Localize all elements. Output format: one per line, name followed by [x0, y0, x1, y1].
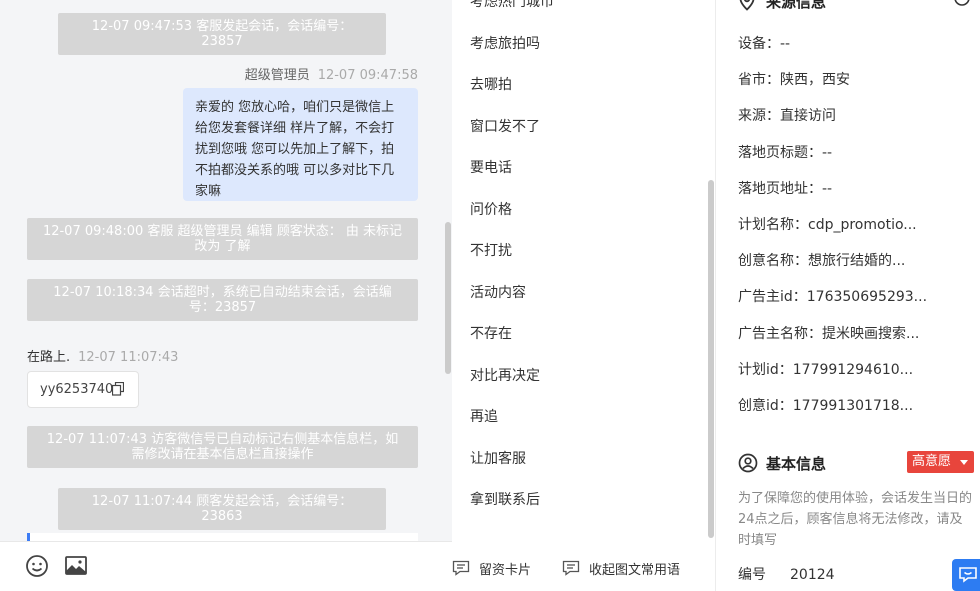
system-message: 12-07 09:47:53 客服发起会话，会话编号：23857 — [58, 13, 386, 55]
collapse-phrases-label: 收起图文常用语 — [589, 563, 681, 578]
chat-float-button[interactable] — [952, 559, 980, 591]
system-message: 12-07 09:48:00 客服 超级管理员 编辑 顾客状态： 由 未标记 改… — [27, 218, 418, 260]
chat-message-list[interactable]: 12-07 09:47:53 客服发起会话，会话编号：23857 超级管理员 12… — [0, 0, 452, 541]
chat-panel: 12-07 09:47:53 客服发起会话，会话编号：23857 超级管理员 12… — [0, 0, 452, 591]
chat-scrollbar[interactable] — [444, 0, 452, 541]
location-icon — [739, 0, 755, 11]
quick-reply-item[interactable]: 窗口发不了 — [470, 116, 540, 136]
source-info-row: 来源：直接访问 — [738, 108, 836, 125]
source-info-row: 创意id：177991301718... — [738, 398, 914, 414]
quick-reply-item[interactable]: 考虑热门城市 — [470, 0, 554, 11]
emoji-icon[interactable] — [25, 554, 49, 578]
edit-deadline-hint: 为了保障您的使用体验，会话发生当日的24点之后，顾客信息将无法修改，请及时填写 — [738, 491, 973, 548]
source-info-row: 落地页标题：-- — [738, 144, 833, 161]
sender-name: 在路上. — [27, 350, 71, 365]
intent-level-label: 高意愿 — [912, 454, 952, 469]
customer-id-row: 编号 20124 — [738, 564, 974, 584]
quick-reply-item[interactable]: 不打扰 — [470, 240, 512, 260]
chat-float-icon — [959, 567, 977, 583]
message-card — [27, 533, 418, 541]
copy-icon[interactable] — [112, 382, 124, 396]
quick-reply-item[interactable]: 去哪拍 — [470, 74, 512, 94]
quick-reply-item[interactable]: 让加客服 — [470, 448, 526, 468]
sender-name: 超级管理员 — [244, 68, 310, 83]
source-info-row: 广告主id：176350695293... — [738, 289, 928, 306]
system-message: 12-07 10:18:34 会话超时，系统已自动结束会话，会话编号：23857 — [27, 279, 418, 321]
source-info-row: 落地页地址：-- — [738, 180, 833, 197]
message-text: yy6253740 — [40, 382, 114, 397]
settings-icon[interactable] — [952, 0, 972, 8]
source-info-row: 计划id：177991294610... — [738, 361, 914, 378]
source-info-row: 计划名称：cdp_promotio... — [738, 217, 917, 233]
incoming-sender: 在路上. 12-07 11:07:43 — [27, 346, 178, 365]
chevron-down-icon — [960, 460, 968, 465]
quick-reply-footer: 留资卡片 收起图文常用语 — [452, 541, 715, 591]
quick-reply-item[interactable]: 不存在 — [470, 323, 512, 343]
basic-info-title: 基本信息 — [766, 455, 827, 473]
quick-reply-item[interactable]: 拿到联系后 — [470, 489, 540, 509]
incoming-message-bubble: yy6253740 — [27, 371, 139, 408]
lead-card-label: 留资卡片 — [479, 563, 532, 578]
quick-reply-item[interactable]: 活动内容 — [470, 282, 526, 302]
chat-scrollbar-thumb[interactable] — [445, 222, 451, 374]
intent-level-dropdown[interactable]: 高意愿 — [907, 451, 974, 473]
message-time: 12-07 09:47:58 — [317, 68, 418, 83]
quick-reply-item[interactable]: 再追 — [470, 406, 498, 426]
source-info-row: 省市：陕西，西安 — [738, 72, 850, 89]
quick-reply-item[interactable]: 要电话 — [470, 157, 512, 177]
outgoing-sender: 超级管理员 12-07 09:47:58 — [245, 64, 418, 83]
source-info-row: 广告主名称：提米映画搜索... — [738, 325, 920, 342]
collapse-icon — [562, 560, 580, 576]
system-message: 12-07 11:07:44 顾客发起会话，会话编号：23863 — [58, 488, 386, 530]
quick-reply-scrollbar[interactable] — [708, 180, 714, 538]
info-panel: 来源信息 设备：-- 省市：陕西，西安 来源：直接访问 落地页标题：-- 落地页地址：-… — [716, 0, 980, 591]
quick-reply-item[interactable]: 问价格 — [470, 199, 512, 219]
image-icon[interactable] — [64, 554, 88, 578]
outgoing-message-bubble: 亲爱的 您放心哈，咱们只是微信上给您发套餐详细 样片了解，不会打扰到您哦 您可以… — [183, 88, 418, 201]
message-time: 12-07 11:07:43 — [78, 350, 179, 365]
quick-reply-item[interactable]: 考虑旅拍吗 — [470, 33, 540, 53]
quick-reply-item[interactable]: 对比再决定 — [470, 365, 540, 385]
customer-id-label: 编号 — [738, 567, 766, 583]
source-info-title: 来源信息 — [766, 0, 827, 11]
chat-toolbar — [0, 541, 452, 591]
system-message: 12-07 11:07:43 访客微信号已自动标记右侧基本信息栏，如需修改请在基… — [27, 426, 418, 468]
source-info-row: 设备：-- — [738, 36, 791, 52]
source-info-row: 创意名称：想旅行结婚的... — [738, 253, 906, 270]
card-icon — [452, 560, 470, 576]
user-icon — [738, 453, 758, 473]
quick-reply-panel: 考虑热门城市考虑旅拍吗去哪拍窗口发不了要电话问价格不打扰活动内容不存在对比再决定… — [452, 0, 715, 591]
customer-id-value: 20124 — [790, 567, 835, 583]
